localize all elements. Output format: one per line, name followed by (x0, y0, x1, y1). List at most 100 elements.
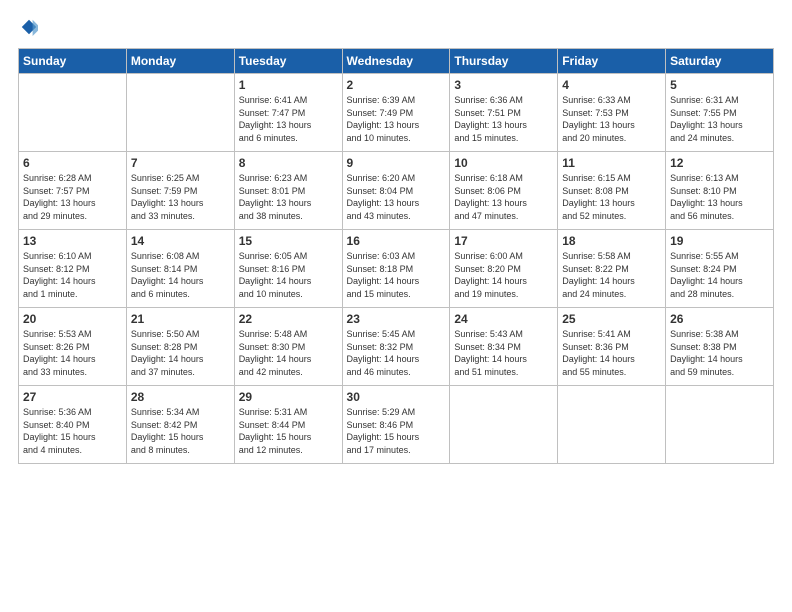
day-number: 18 (562, 234, 661, 248)
day-info: Sunrise: 5:29 AM Sunset: 8:46 PM Dayligh… (347, 406, 446, 456)
day-info: Sunrise: 6:33 AM Sunset: 7:53 PM Dayligh… (562, 94, 661, 144)
day-number: 16 (347, 234, 446, 248)
day-info: Sunrise: 6:28 AM Sunset: 7:57 PM Dayligh… (23, 172, 122, 222)
calendar-cell (126, 74, 234, 152)
weekday-header-monday: Monday (126, 49, 234, 74)
day-info: Sunrise: 6:18 AM Sunset: 8:06 PM Dayligh… (454, 172, 553, 222)
day-info: Sunrise: 6:10 AM Sunset: 8:12 PM Dayligh… (23, 250, 122, 300)
calendar-cell: 28 Sunrise: 5:34 AM Sunset: 8:42 PM Dayli… (126, 386, 234, 464)
logo (18, 18, 38, 36)
day-info: Sunrise: 6:39 AM Sunset: 7:49 PM Dayligh… (347, 94, 446, 144)
weekday-header-wednesday: Wednesday (342, 49, 450, 74)
day-number: 21 (131, 312, 230, 326)
day-number: 30 (347, 390, 446, 404)
calendar-cell: 22 Sunrise: 5:48 AM Sunset: 8:30 PM Dayli… (234, 308, 342, 386)
day-info: Sunrise: 6:31 AM Sunset: 7:55 PM Dayligh… (670, 94, 769, 144)
header (18, 18, 774, 36)
day-info: Sunrise: 5:34 AM Sunset: 8:42 PM Dayligh… (131, 406, 230, 456)
logo-icon (20, 18, 38, 36)
day-number: 24 (454, 312, 553, 326)
calendar-cell (450, 386, 558, 464)
day-info: Sunrise: 5:48 AM Sunset: 8:30 PM Dayligh… (239, 328, 338, 378)
day-info: Sunrise: 5:36 AM Sunset: 8:40 PM Dayligh… (23, 406, 122, 456)
calendar-cell: 4 Sunrise: 6:33 AM Sunset: 7:53 PM Daylig… (558, 74, 666, 152)
day-info: Sunrise: 6:20 AM Sunset: 8:04 PM Dayligh… (347, 172, 446, 222)
day-number: 29 (239, 390, 338, 404)
calendar-cell: 9Sunrise: 6:20 AM Sunset: 8:04 PM Daylig… (342, 152, 450, 230)
calendar-cell: 20 Sunrise: 5:53 AM Sunset: 8:26 PM Dayli… (19, 308, 127, 386)
calendar-cell: 2Sunrise: 6:39 AM Sunset: 7:49 PM Daylig… (342, 74, 450, 152)
calendar-cell: 29Sunrise: 5:31 AM Sunset: 8:44 PM Dayli… (234, 386, 342, 464)
day-number: 13 (23, 234, 122, 248)
day-number: 19 (670, 234, 769, 248)
calendar-week-2: 13 Sunrise: 6:10 AM Sunset: 8:12 PM Dayli… (19, 230, 774, 308)
day-info: Sunrise: 5:43 AM Sunset: 8:34 PM Dayligh… (454, 328, 553, 378)
day-number: 6 (23, 156, 122, 170)
day-info: Sunrise: 5:58 AM Sunset: 8:22 PM Dayligh… (562, 250, 661, 300)
weekday-header-tuesday: Tuesday (234, 49, 342, 74)
day-info: Sunrise: 5:38 AM Sunset: 8:38 PM Dayligh… (670, 328, 769, 378)
day-info: Sunrise: 5:55 AM Sunset: 8:24 PM Dayligh… (670, 250, 769, 300)
calendar-cell: 15 Sunrise: 6:05 AM Sunset: 8:16 PM Dayli… (234, 230, 342, 308)
day-info: Sunrise: 6:00 AM Sunset: 8:20 PM Dayligh… (454, 250, 553, 300)
day-number: 26 (670, 312, 769, 326)
calendar-cell: 24 Sunrise: 5:43 AM Sunset: 8:34 PM Dayli… (450, 308, 558, 386)
calendar-cell: 30 Sunrise: 5:29 AM Sunset: 8:46 PM Dayli… (342, 386, 450, 464)
weekday-header-sunday: Sunday (19, 49, 127, 74)
day-number: 15 (239, 234, 338, 248)
calendar-cell: 5 Sunrise: 6:31 AM Sunset: 7:55 PM Daylig… (666, 74, 774, 152)
day-number: 12 (670, 156, 769, 170)
calendar-table: SundayMondayTuesdayWednesdayThursdayFrid… (18, 48, 774, 464)
calendar-cell: 26 Sunrise: 5:38 AM Sunset: 8:38 PM Dayli… (666, 308, 774, 386)
calendar-cell: 1 Sunrise: 6:41 AM Sunset: 7:47 PM Daylig… (234, 74, 342, 152)
calendar-week-3: 20 Sunrise: 5:53 AM Sunset: 8:26 PM Dayli… (19, 308, 774, 386)
calendar-week-0: 1 Sunrise: 6:41 AM Sunset: 7:47 PM Daylig… (19, 74, 774, 152)
calendar-cell (666, 386, 774, 464)
day-number: 3 (454, 78, 553, 92)
day-number: 7 (131, 156, 230, 170)
calendar-cell: 8 Sunrise: 6:23 AM Sunset: 8:01 PM Daylig… (234, 152, 342, 230)
day-number: 10 (454, 156, 553, 170)
day-number: 8 (239, 156, 338, 170)
weekday-header-friday: Friday (558, 49, 666, 74)
day-number: 22 (239, 312, 338, 326)
day-number: 23 (347, 312, 446, 326)
day-number: 1 (239, 78, 338, 92)
logo-text (18, 18, 38, 36)
calendar-cell: 12 Sunrise: 6:13 AM Sunset: 8:10 PM Dayli… (666, 152, 774, 230)
day-info: Sunrise: 6:08 AM Sunset: 8:14 PM Dayligh… (131, 250, 230, 300)
day-info: Sunrise: 6:23 AM Sunset: 8:01 PM Dayligh… (239, 172, 338, 222)
page: SundayMondayTuesdayWednesdayThursdayFrid… (0, 0, 792, 612)
calendar-cell: 27 Sunrise: 5:36 AM Sunset: 8:40 PM Dayli… (19, 386, 127, 464)
day-info: Sunrise: 5:53 AM Sunset: 8:26 PM Dayligh… (23, 328, 122, 378)
day-number: 25 (562, 312, 661, 326)
calendar-cell: 10 Sunrise: 6:18 AM Sunset: 8:06 PM Dayli… (450, 152, 558, 230)
calendar-week-4: 27 Sunrise: 5:36 AM Sunset: 8:40 PM Dayli… (19, 386, 774, 464)
calendar-body: 1 Sunrise: 6:41 AM Sunset: 7:47 PM Daylig… (19, 74, 774, 464)
calendar-cell: 21 Sunrise: 5:50 AM Sunset: 8:28 PM Dayli… (126, 308, 234, 386)
day-number: 4 (562, 78, 661, 92)
day-info: Sunrise: 6:25 AM Sunset: 7:59 PM Dayligh… (131, 172, 230, 222)
calendar-cell (19, 74, 127, 152)
day-info: Sunrise: 6:36 AM Sunset: 7:51 PM Dayligh… (454, 94, 553, 144)
day-info: Sunrise: 6:13 AM Sunset: 8:10 PM Dayligh… (670, 172, 769, 222)
calendar-cell: 17Sunrise: 6:00 AM Sunset: 8:20 PM Dayli… (450, 230, 558, 308)
calendar-cell: 19 Sunrise: 5:55 AM Sunset: 8:24 PM Dayli… (666, 230, 774, 308)
day-info: Sunrise: 5:50 AM Sunset: 8:28 PM Dayligh… (131, 328, 230, 378)
calendar-week-1: 6 Sunrise: 6:28 AM Sunset: 7:57 PM Daylig… (19, 152, 774, 230)
calendar-cell: 3 Sunrise: 6:36 AM Sunset: 7:51 PM Daylig… (450, 74, 558, 152)
calendar-cell: 18 Sunrise: 5:58 AM Sunset: 8:22 PM Dayli… (558, 230, 666, 308)
day-number: 14 (131, 234, 230, 248)
day-info: Sunrise: 6:41 AM Sunset: 7:47 PM Dayligh… (239, 94, 338, 144)
day-number: 5 (670, 78, 769, 92)
calendar-cell: 13 Sunrise: 6:10 AM Sunset: 8:12 PM Dayli… (19, 230, 127, 308)
day-number: 28 (131, 390, 230, 404)
weekday-header-thursday: Thursday (450, 49, 558, 74)
calendar-header: SundayMondayTuesdayWednesdayThursdayFrid… (19, 49, 774, 74)
day-number: 11 (562, 156, 661, 170)
calendar-cell: 14 Sunrise: 6:08 AM Sunset: 8:14 PM Dayli… (126, 230, 234, 308)
calendar-cell: 23Sunrise: 5:45 AM Sunset: 8:32 PM Dayli… (342, 308, 450, 386)
day-number: 27 (23, 390, 122, 404)
day-number: 20 (23, 312, 122, 326)
day-info: Sunrise: 6:05 AM Sunset: 8:16 PM Dayligh… (239, 250, 338, 300)
